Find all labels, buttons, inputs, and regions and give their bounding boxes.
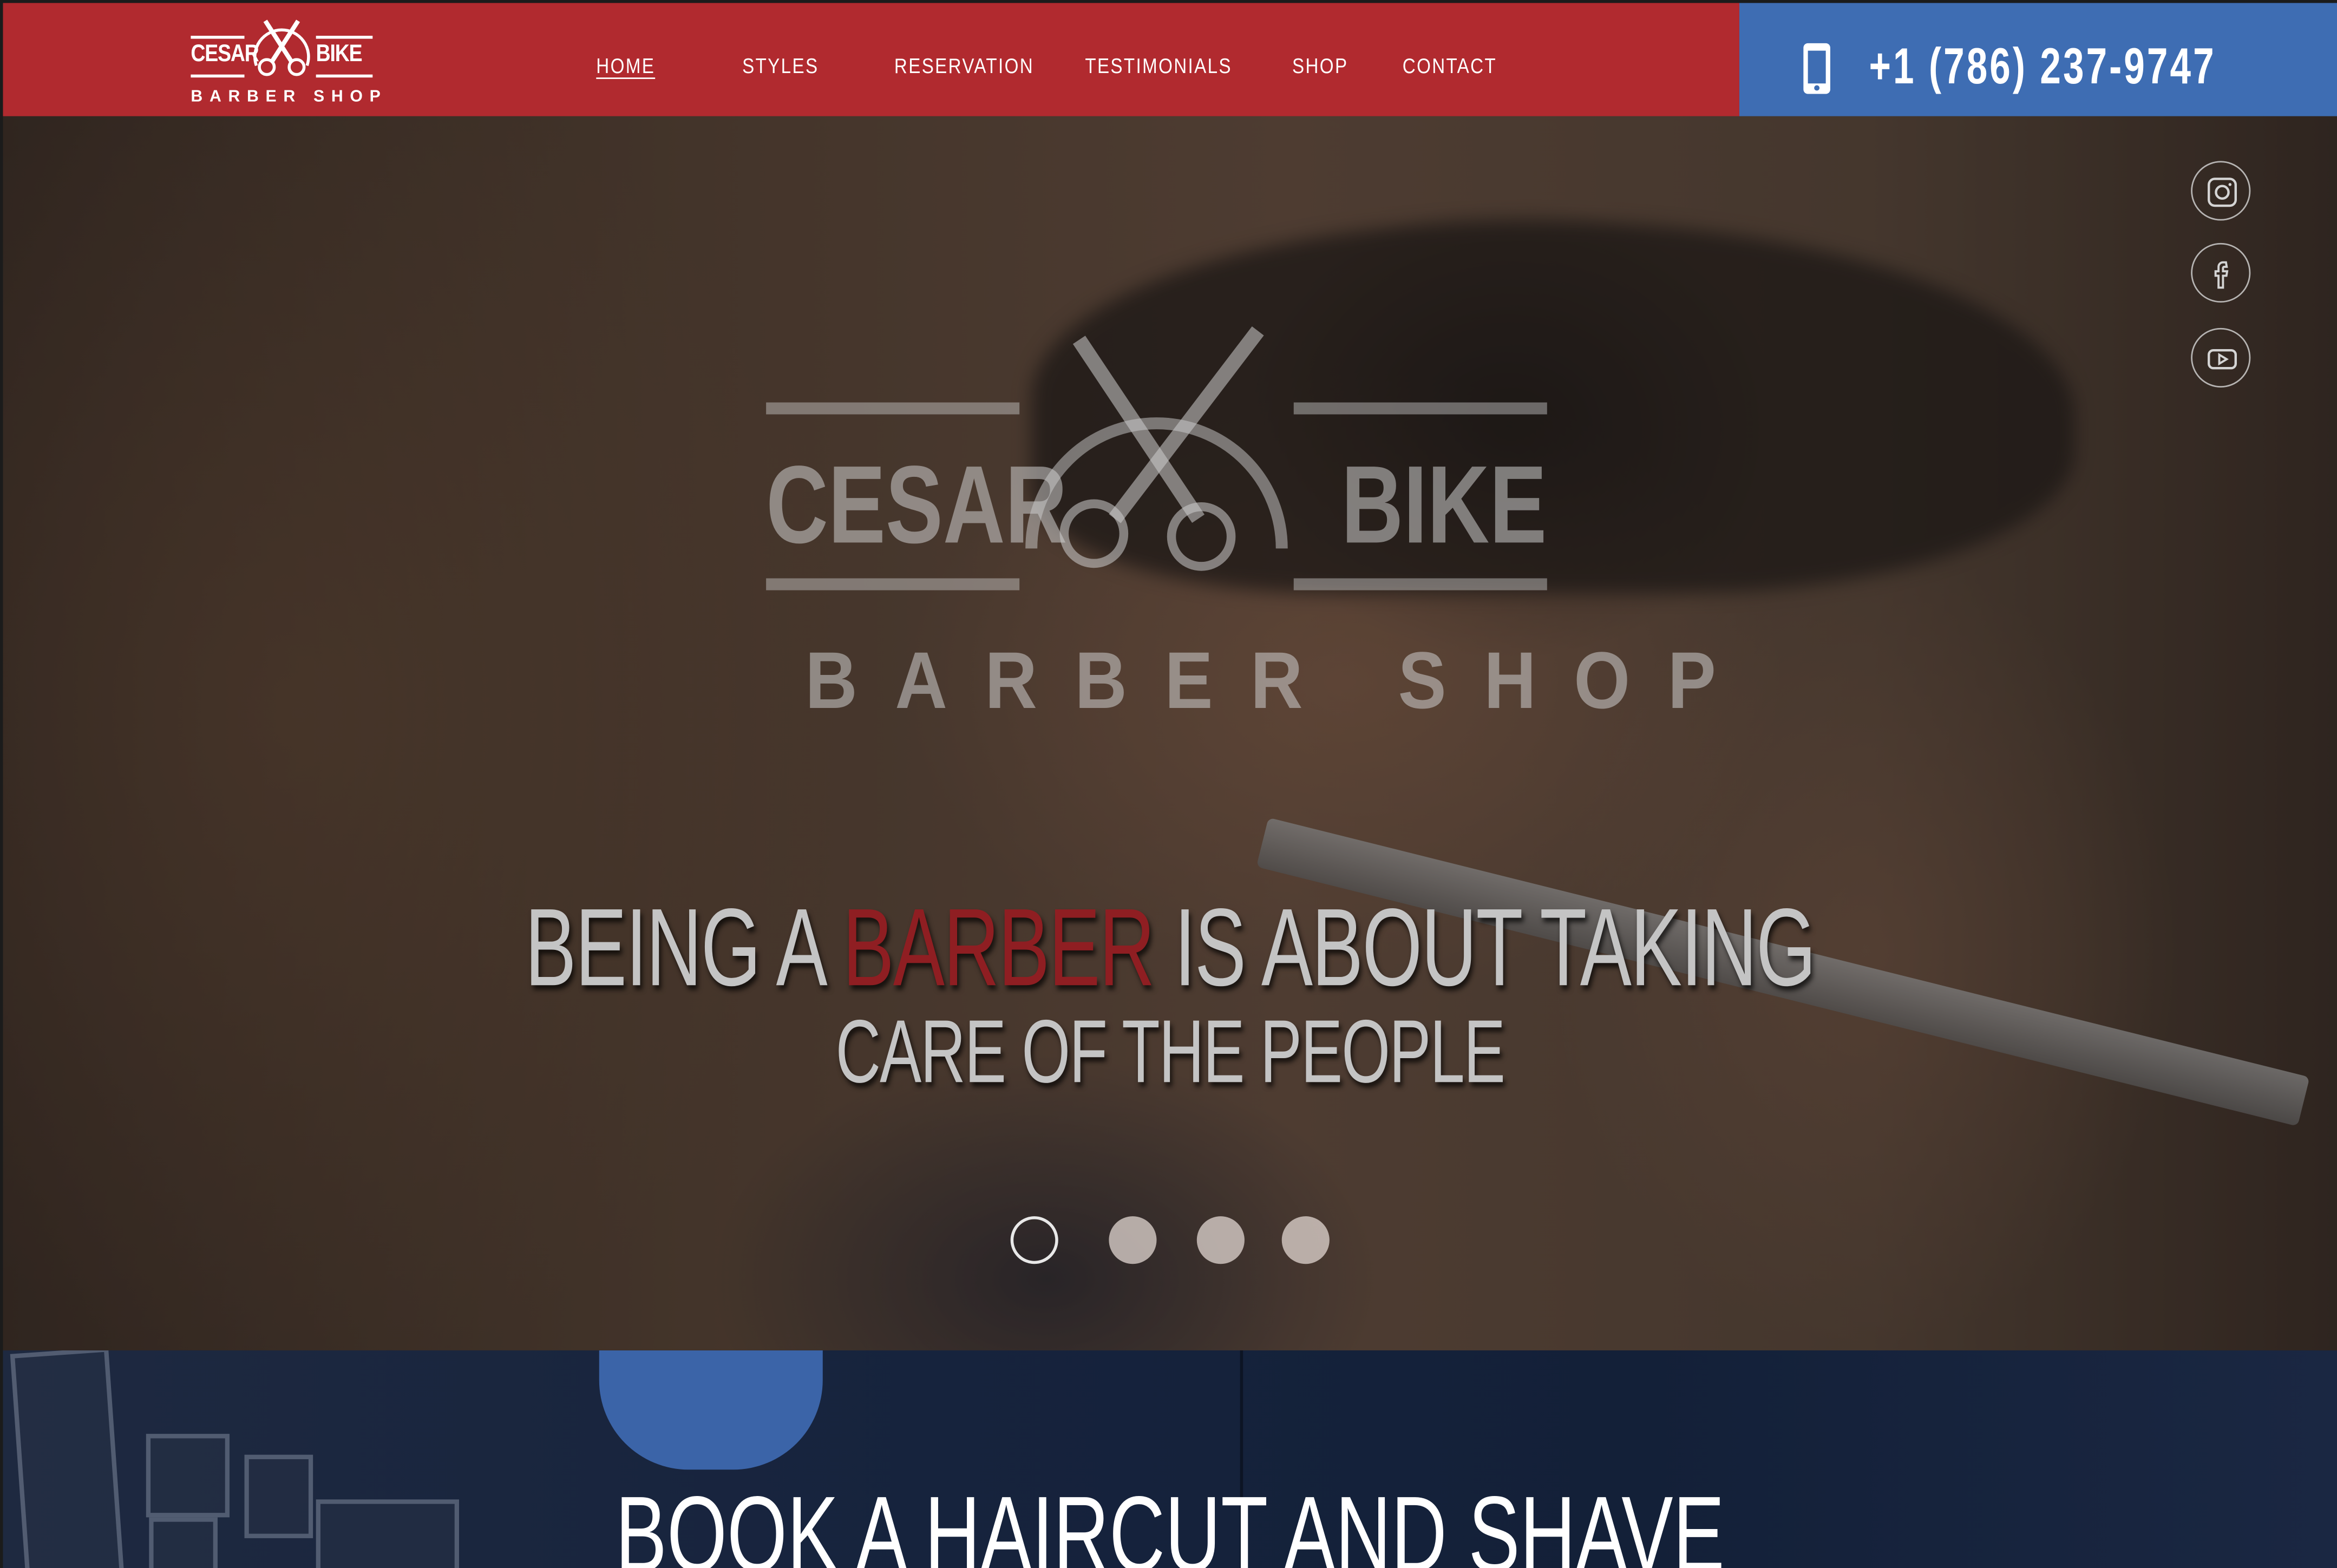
watermark-rule	[1293, 578, 1547, 591]
instagram-icon	[2208, 178, 2237, 207]
logo-rule	[191, 36, 245, 39]
youtube-icon	[2208, 349, 2237, 370]
facebook-link[interactable]	[2191, 242, 2251, 303]
nav-shop[interactable]: SHOP	[1292, 54, 1348, 77]
hero-headline-line2: CARE OF THE PEOPLE	[835, 1001, 1505, 1102]
slider-dot-4[interactable]	[1281, 1216, 1330, 1264]
smartphone-icon	[1803, 43, 1830, 94]
slider-dot-1[interactable]	[1010, 1216, 1058, 1264]
scissors-bike-icon	[253, 19, 310, 76]
logo-rule	[316, 74, 373, 78]
facebook-icon	[2214, 261, 2229, 289]
booking-bg-lamp	[599, 1350, 823, 1470]
instagram-link[interactable]	[2191, 161, 2251, 221]
slider-dot-2[interactable]	[1109, 1216, 1157, 1264]
logo-rule	[316, 36, 373, 39]
watermark-rule	[1293, 402, 1547, 415]
nav-styles[interactable]: STYLES	[742, 54, 819, 77]
watermark-rule	[766, 578, 1020, 591]
nav-contact[interactable]: CONTACT	[1403, 54, 1497, 77]
watermark-word-right: BIKE	[1341, 442, 1547, 567]
watermark-rule	[766, 402, 1020, 415]
booking-bg-frame	[146, 1434, 230, 1518]
watermark-subtitle: BARBER SHOP	[805, 636, 1754, 726]
logo-word-right: BIKE	[316, 42, 363, 67]
hero-slider: CESAR BIKE BARBER SHOP BEING A BARBER IS…	[3, 116, 2337, 1350]
booking-bg-frame	[244, 1454, 313, 1538]
youtube-link[interactable]	[2191, 327, 2251, 388]
logo-rule	[191, 74, 245, 78]
site-logo[interactable]: CESAR BIKE BARBER SHOP	[191, 15, 388, 110]
hero-headline: BEING A BARBER IS ABOUT TAKING CARE OF T…	[3, 890, 2337, 1102]
slider-dot-3[interactable]	[1196, 1216, 1245, 1264]
nav-reservation[interactable]: RESERVATION	[894, 54, 1034, 77]
headline-part1: BEING A	[525, 885, 843, 1009]
headline-accent-word: BARBER	[842, 885, 1155, 1009]
nav-testimonials[interactable]: TESTIMONIALS	[1085, 54, 1232, 77]
logo-subtitle: BARBER SHOP	[191, 88, 388, 106]
hero-headline-line1: BEING A BARBER IS ABOUT TAKING	[353, 890, 1987, 1005]
nav-home[interactable]: HOME	[596, 54, 655, 77]
page: CESAR BIKE BARBER SHOP HOME STYLES RESER…	[0, 0, 2337, 1568]
hero-watermark-logo: CESAR BIKE BARBER SHOP	[766, 325, 1754, 742]
booking-bg-frame	[149, 1517, 218, 1568]
site-header: CESAR BIKE BARBER SHOP HOME STYLES RESER…	[3, 3, 2337, 116]
phone-number-link[interactable]: +1 (786) 237-9747	[1869, 39, 2216, 97]
booking-section: BOOK A HAIRCUT AND SHAVE	[3, 1350, 2337, 1568]
headline-part2: IS ABOUT TAKING	[1154, 885, 1816, 1009]
booking-bg-skateboard	[10, 1350, 125, 1568]
watermark-scissors-icon	[1025, 326, 1288, 571]
booking-title: BOOK A HAIRCUT AND SHAVE	[615, 1475, 1725, 1568]
